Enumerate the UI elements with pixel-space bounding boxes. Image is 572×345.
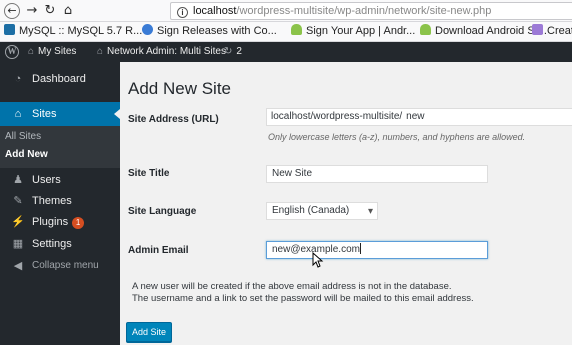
updates-icon: ↻ — [224, 46, 233, 57]
back-icon[interactable]: ← — [4, 3, 20, 19]
sidebar-item-label: Plugins — [32, 216, 69, 228]
url-host: localhost — [193, 5, 237, 17]
paint-icon — [532, 24, 543, 35]
my-sites-menu[interactable]: ⌂ My Sites — [28, 42, 76, 62]
sites-submenu: All Sites Add New — [0, 126, 120, 168]
site-language-value: English (Canada) — [272, 205, 350, 216]
collapse-icon: ◀ — [13, 260, 23, 272]
forward-icon[interactable]: → — [24, 3, 40, 19]
network-admin-menu[interactable]: ⌂ Network Admin: Multi Sites — [97, 42, 226, 62]
sidebar-item-label: Sites — [32, 108, 57, 120]
sidebar-item-sites[interactable]: ⌂ Sites — [0, 102, 120, 126]
chevron-down-icon: ▾ — [367, 206, 373, 217]
main-content: Add New Site Site Address (URL) localhos… — [120, 62, 572, 345]
sidebar-item-label: Dashboard — [32, 73, 86, 85]
bookmark-label: Sign Releases with Co... — [157, 25, 277, 37]
bookmark-sign-your-app[interactable]: Sign Your App | Andr... — [291, 22, 415, 41]
my-sites-label: My Sites — [38, 46, 77, 57]
site-address-input[interactable]: new — [406, 111, 424, 122]
bookmark-label: Creating C — [547, 25, 572, 37]
submenu-item-all-sites[interactable]: All Sites — [5, 130, 41, 144]
text-cursor-icon — [312, 252, 324, 268]
site-address-label: Site Address (URL) — [128, 114, 219, 125]
dashboard-icon: ◔ — [14, 73, 22, 85]
browser-toolbar: ← → ↻ ⌂ i localhost/wordpress-multisite/w… — [0, 0, 572, 22]
plugins-icon: ⚡ — [11, 216, 25, 228]
bookmark-label: Download Android St... — [435, 25, 547, 37]
site-address-prefix: localhost/wordpress-multisite/ — [271, 111, 403, 122]
home-icon[interactable]: ⌂ — [60, 3, 76, 19]
bookmark-label: MySQL :: MySQL 5.7 R... — [19, 25, 143, 37]
mysql-icon — [4, 24, 15, 35]
plugins-update-badge: 1 — [72, 217, 85, 229]
admin-sidebar: ◔ Dashboard ⌂ Sites All Sites Add New ♟ Use… — [0, 62, 120, 345]
wordpress-logo-icon[interactable]: W — [5, 45, 19, 59]
sidebar-item-label: Settings — [32, 238, 72, 250]
site-address-hint: Only lowercase letters (a-z), numbers, a… — [268, 132, 526, 142]
email-note-line-1: A new user will be created if the above … — [132, 281, 452, 292]
network-admin-label: Network Admin: Multi Sites — [107, 46, 226, 57]
bookmark-sign-releases[interactable]: Sign Releases with Co... — [142, 22, 277, 41]
bookmark-download-android[interactable]: Download Android St... — [420, 22, 547, 41]
bookmark-mysql[interactable]: MySQL :: MySQL 5.7 R... — [4, 22, 142, 41]
globe-icon — [142, 24, 153, 35]
email-note-line-2: The username and a link to set the passw… — [132, 293, 474, 304]
url-path: /wordpress-multisite/wp-admin/network/si… — [236, 5, 492, 17]
site-title-label: Site Title — [128, 168, 170, 179]
updates-count: 2 — [236, 46, 242, 57]
android-icon — [420, 24, 431, 35]
admin-email-label: Admin Email — [128, 245, 189, 256]
site-language-label: Site Language — [128, 206, 197, 217]
home-icon: ⌂ — [97, 46, 104, 57]
text-caret — [359, 243, 361, 254]
sidebar-item-label: Themes — [32, 195, 72, 207]
sidebar-item-plugins[interactable]: ⚡ Plugins 1 — [0, 210, 120, 234]
page-title: Add New Site — [128, 79, 231, 98]
sites-icon: ⌂ — [14, 108, 22, 120]
address-bar[interactable]: i localhost/wordpress-multisite/wp-admin/… — [170, 2, 572, 20]
site-address-field[interactable]: localhost/wordpress-multisite/new — [266, 108, 572, 126]
site-title-input[interactable]: New Site — [266, 165, 488, 183]
settings-icon: ▦ — [12, 238, 24, 250]
bookmark-creating[interactable]: Creating C — [532, 22, 572, 41]
bookmark-label: Sign Your App | Andr... — [306, 25, 416, 37]
reload-icon[interactable]: ↻ — [42, 3, 58, 19]
info-icon[interactable]: i — [177, 7, 188, 18]
sites-icon: ⌂ — [28, 46, 35, 57]
sidebar-item-label: Users — [32, 174, 61, 186]
add-site-button[interactable]: Add Site — [126, 322, 172, 342]
site-language-select[interactable]: English (Canada) ▾ — [266, 202, 378, 220]
sidebar-item-settings[interactable]: ▦ Settings — [0, 232, 120, 256]
android-icon — [291, 24, 302, 35]
admin-email-input[interactable]: new@example.com — [266, 241, 488, 259]
sidebar-item-dashboard[interactable]: ◔ Dashboard — [0, 67, 120, 91]
submenu-item-add-new[interactable]: Add New — [5, 148, 48, 162]
wp-admin-bar: W ⌂ My Sites ⌂ Network Admin: Multi Sites … — [0, 42, 572, 62]
bookmarks-bar: MySQL :: MySQL 5.7 R... Sign Releases wi… — [0, 22, 572, 42]
sidebar-item-label: Collapse menu — [32, 260, 99, 271]
collapse-menu-button[interactable]: ◀ Collapse menu — [0, 254, 120, 278]
updates-menu[interactable]: ↻ 2 — [224, 42, 242, 62]
